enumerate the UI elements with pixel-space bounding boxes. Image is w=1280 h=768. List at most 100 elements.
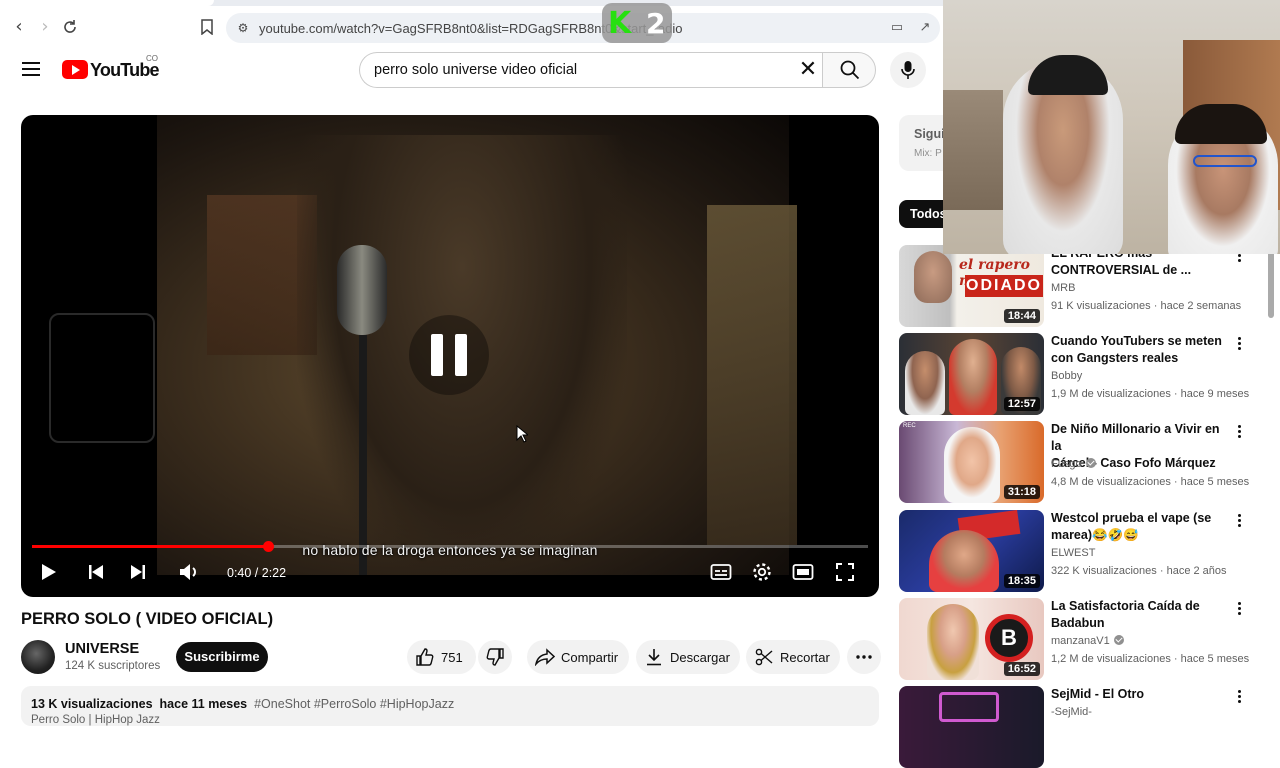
- list-item[interactable]: B 16:52 La Satisfactoria Caída de Badabun…: [899, 598, 1259, 680]
- fullscreen-icon[interactable]: [834, 560, 856, 584]
- title-line-2: CONTROVERSIAL de ...: [1051, 263, 1192, 277]
- list-item[interactable]: SejMid - El Otro -SejMid-: [899, 686, 1259, 768]
- channel-name-text[interactable]: manzanaV1: [1051, 635, 1124, 647]
- search-input[interactable]: perro solo universe video oficial ✕: [359, 52, 823, 88]
- list-item[interactable]: el rapero mas ODIADO 18:44 EL RAPERO más…: [899, 245, 1259, 327]
- upload-age: hace 11 meses: [159, 697, 248, 711]
- bookmark-icon[interactable]: [196, 16, 218, 38]
- settings-icon[interactable]: [751, 560, 773, 584]
- more-options-icon[interactable]: [1232, 335, 1246, 355]
- more-options-icon[interactable]: [1232, 423, 1246, 443]
- video-thumbnail[interactable]: 18:35: [899, 510, 1044, 592]
- age-text: hace 9 meses: [1180, 388, 1250, 400]
- active-tab[interactable]: [0, 0, 214, 6]
- next-icon[interactable]: [129, 560, 147, 584]
- channel-name-text[interactable]: MRB: [1051, 282, 1075, 294]
- hair: [1175, 104, 1267, 144]
- subtitles-icon[interactable]: [710, 560, 732, 584]
- forward-icon[interactable]: ›: [34, 16, 56, 38]
- video-player[interactable]: no hablo de la droga entonces ya se imag…: [21, 115, 879, 597]
- more-actions-button[interactable]: [847, 640, 881, 674]
- views-text: 91 K visualizaciones: [1051, 300, 1151, 312]
- more-horizontal-icon: [856, 655, 872, 659]
- scrubber-handle[interactable]: [262, 541, 274, 552]
- webcam-overlay: [943, 0, 1280, 254]
- verified-icon: [1085, 458, 1096, 468]
- logo-text: YouTube: [90, 60, 160, 80]
- channel-avatar[interactable]: [21, 640, 55, 674]
- channel-name-text[interactable]: -SejMid-: [1051, 706, 1092, 718]
- volume-icon[interactable]: [178, 560, 200, 584]
- views-text: 4,8 M de visualizaciones: [1051, 476, 1171, 488]
- view-count: 13 K visualizaciones: [31, 697, 153, 711]
- progress-fill: [32, 545, 268, 548]
- like-button[interactable]: 751: [407, 640, 476, 674]
- site-settings-icon[interactable]: ⚙: [234, 19, 252, 37]
- channel-name-text[interactable]: Fusgo: [1051, 458, 1096, 470]
- browser-toolbar: ‹ › ⚙ youtube.com/watch?v=GagSFRB8nt0&li…: [0, 0, 943, 52]
- back-icon[interactable]: ‹: [8, 16, 30, 38]
- channel-name-text[interactable]: Bobby: [1051, 370, 1082, 382]
- video-meta: 4,8 M de visualizaciones · hace 5 meses: [1051, 476, 1250, 488]
- cap: [1028, 55, 1108, 95]
- share-button[interactable]: Compartir: [527, 640, 629, 674]
- kick-overlay-number: 2: [646, 7, 666, 40]
- thumbnail-face: [914, 251, 952, 303]
- search-button[interactable]: [822, 52, 876, 88]
- title-line-2: marea)😂🤣😅: [1051, 528, 1139, 542]
- play-icon[interactable]: [40, 560, 58, 584]
- progress-bar[interactable]: [32, 541, 868, 552]
- mouse-cursor-icon: [516, 424, 530, 448]
- youtube-play-icon: [62, 60, 88, 79]
- more-options-icon[interactable]: [1232, 600, 1246, 620]
- more-options-icon[interactable]: [1232, 512, 1246, 532]
- mix-title: Sigui: [914, 127, 945, 141]
- video-thumbnail[interactable]: el rapero mas ODIADO 18:44: [899, 245, 1044, 327]
- theater-mode-icon[interactable]: [792, 560, 814, 584]
- channel-name-text[interactable]: ELWEST: [1051, 547, 1095, 559]
- verified-icon: [1113, 635, 1124, 645]
- list-item[interactable]: 12:57 Cuando YouTubers se meten con Gangs…: [899, 333, 1259, 415]
- video-meta: 322 K visualizaciones · hace 2 años: [1051, 565, 1227, 577]
- hashtags[interactable]: #OneShot #PerroSolo #HipHopJazz: [254, 697, 454, 711]
- video-thumbnail[interactable]: 12:57: [899, 333, 1044, 415]
- list-item[interactable]: 18:35 Westcol prueba el vape (se marea)😂🤣…: [899, 510, 1259, 592]
- video-thumbnail[interactable]: B 16:52: [899, 598, 1044, 680]
- reload-icon[interactable]: [59, 16, 81, 38]
- address-bar[interactable]: ⚙ youtube.com/watch?v=GagSFRB8nt0&list=R…: [226, 13, 940, 43]
- video-title-text: La Satisfactoria Caída de Badabun: [1051, 598, 1226, 632]
- search-query: perro solo universe video oficial: [374, 62, 578, 78]
- download-button[interactable]: Descargar: [636, 640, 740, 674]
- title-line-1: De Niño Millonario a Vivir en la: [1051, 422, 1220, 453]
- clip-button[interactable]: Recortar: [746, 640, 840, 674]
- hamburger-menu-icon[interactable]: [22, 62, 40, 76]
- search-icon: [840, 60, 860, 80]
- duration-badge: 12:57: [1003, 397, 1040, 411]
- dislike-button[interactable]: [478, 640, 512, 674]
- video-frame-border: [49, 313, 155, 443]
- channel-name[interactable]: UNIVERSE: [65, 641, 139, 657]
- time-display: 0:40 / 2:22: [227, 566, 287, 580]
- video-thumbnail[interactable]: [899, 686, 1044, 768]
- subscribe-button[interactable]: Suscribirme: [176, 642, 268, 672]
- thumbnail-face: [944, 427, 1000, 503]
- video-meta: 1,2 M de visualizaciones · hace 5 meses: [1051, 653, 1250, 665]
- share-icon: [535, 648, 555, 666]
- scissors-icon: [755, 648, 773, 666]
- clear-search-icon[interactable]: ✕: [796, 57, 820, 83]
- list-item[interactable]: REC 31:18 De Niño Millonario a Vivir en …: [899, 421, 1259, 503]
- pause-icon[interactable]: [409, 315, 489, 395]
- duration-badge: 16:52: [1003, 662, 1040, 676]
- region-code: CO: [146, 54, 158, 63]
- video-thumbnail[interactable]: REC 31:18: [899, 421, 1044, 503]
- background-wall: [707, 205, 797, 545]
- kick-overlay-badge: K 2: [602, 3, 672, 43]
- more-options-icon[interactable]: [1232, 688, 1246, 708]
- previous-icon[interactable]: [87, 560, 105, 584]
- subscriber-count: 124 K suscriptores: [65, 660, 161, 672]
- description-box[interactable]: 13 K visualizaciones hace 11 meses #OneS…: [21, 686, 879, 726]
- views-text: 322 K visualizaciones: [1051, 565, 1157, 577]
- thumbnail-person: [929, 530, 999, 592]
- duration-badge: 31:18: [1003, 485, 1040, 499]
- background-shelf-left: [943, 90, 1003, 210]
